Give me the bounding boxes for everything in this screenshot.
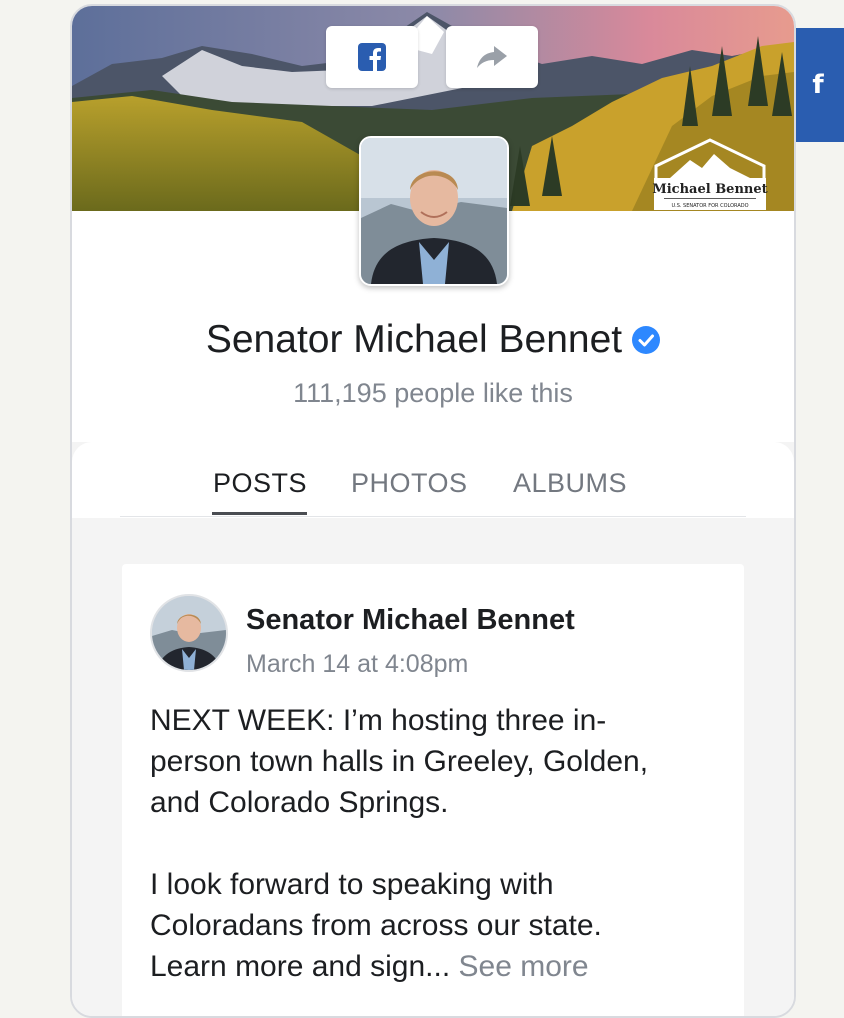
tab-albums[interactable]: ALBUMS [513,468,627,499]
post-line: Coloradans from across our state. [150,909,602,942]
facebook-square-icon [358,43,386,71]
page-name-row: Senator Michael Bennet [72,318,794,362]
tab-posts[interactable]: POSTS [213,468,307,499]
facebook-side-tab[interactable]: f [792,28,844,142]
badge-title: Michael Bennet [652,182,767,197]
post-line: and Colorado Springs. [150,786,449,819]
post-line: person town halls in Greeley, Golden, [150,745,649,778]
verified-check-icon [632,326,661,354]
badge-subtitle: U.S. SENATOR FOR COLORADO [671,203,748,209]
post-body: NEXT WEEK: I’m hosting three in- person … [150,700,730,987]
page-title[interactable]: Senator Michael Bennet [206,318,622,362]
post-avatar[interactable] [150,594,228,672]
likes-count: 111,195 people like this [72,378,794,409]
facebook-f-icon: f [812,70,824,100]
likes-number: 111,195 [293,378,387,408]
profile-photo[interactable] [359,136,509,286]
post-card: Senator Michael Bennet March 14 at 4:08p… [122,564,744,1016]
active-tab-underline [212,512,307,515]
post-line: NEXT WEEK: I’m hosting three in- [150,704,607,737]
post-author[interactable]: Senator Michael Bennet [246,604,575,637]
likes-suffix: people like this [394,378,573,408]
tab-photos[interactable]: PHOTOS [351,468,468,499]
post-timestamp[interactable]: March 14 at 4:08pm [246,650,468,679]
tabs-divider [120,516,746,517]
share-arrow-icon [477,46,507,68]
post-line: I look forward to speaking with [150,868,554,901]
michael-bennet-badge: Michael Bennet U.S. SENATOR FOR COLORADO [650,138,770,212]
post-line-last: Learn more and sign... See more [150,946,730,987]
see-more-link[interactable]: See more [459,950,589,983]
share-button[interactable] [446,26,538,88]
post-truncated-text: Learn more and sign... [150,950,451,983]
facebook-share-button[interactable] [326,26,418,88]
facebook-page-widget: Michael Bennet U.S. SENATOR FOR COLORADO… [70,4,796,1018]
